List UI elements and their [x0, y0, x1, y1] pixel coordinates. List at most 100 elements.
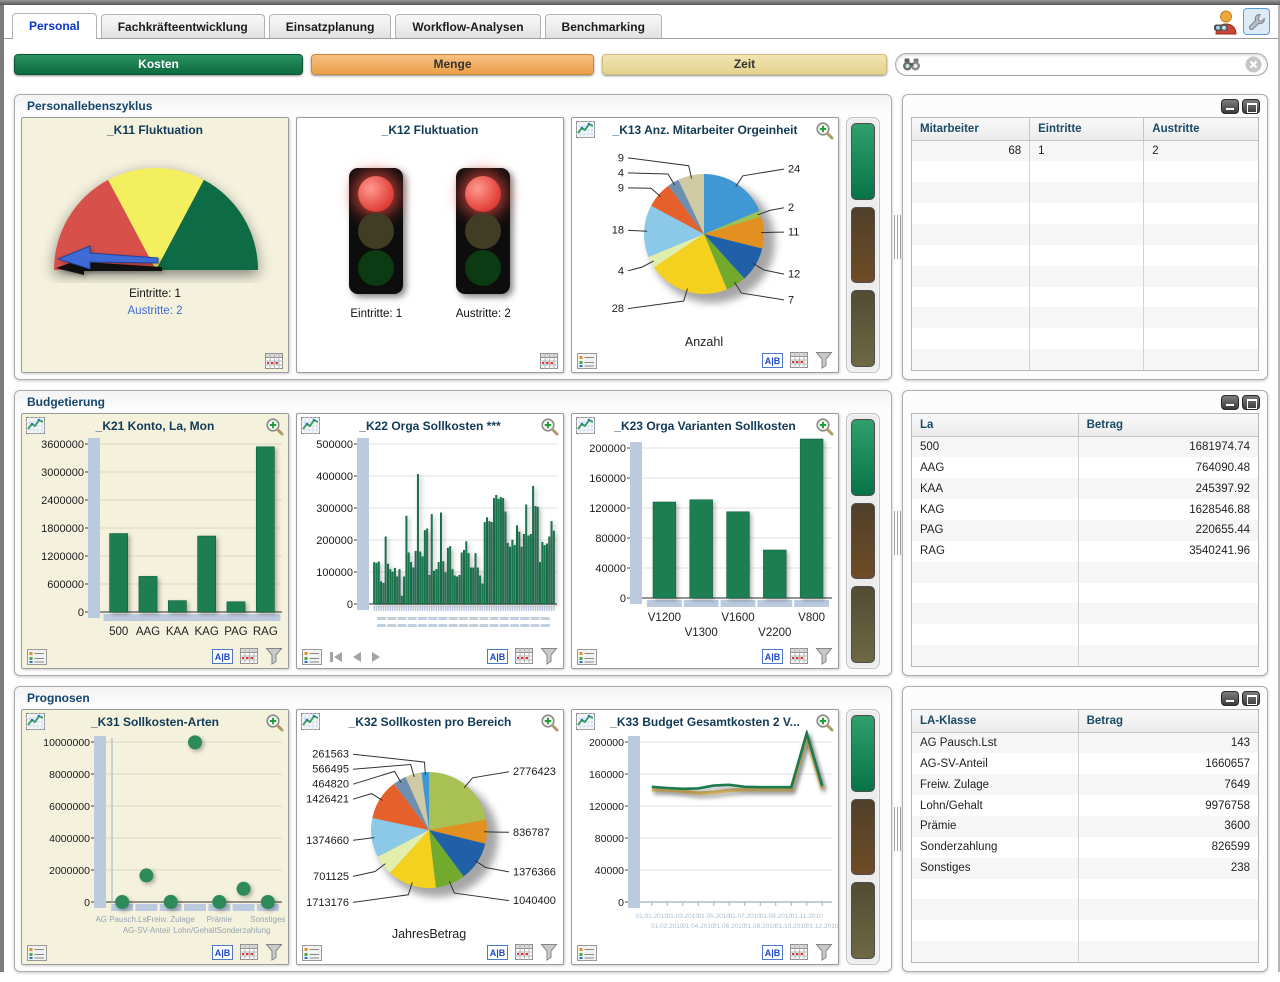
svg-text:4: 4 — [618, 265, 624, 277]
svg-text:836787: 836787 — [513, 827, 550, 839]
maximize-button[interactable] — [1242, 395, 1260, 410]
column-header[interactable]: La — [912, 414, 1078, 437]
chart-type-icon[interactable] — [301, 417, 320, 434]
chart-title: _K13 Anz. Mitarbeiter Orgeinheit — [572, 118, 838, 138]
chart-type-icon[interactable] — [576, 713, 595, 730]
table-row — [912, 645, 1258, 666]
maximize-button[interactable] — [1242, 691, 1260, 706]
filter-icon[interactable] — [815, 647, 833, 665]
svg-text:2400000: 2400000 — [41, 495, 84, 507]
svg-text:01.02.2010: 01.02.2010 — [651, 923, 684, 930]
legend-icon[interactable] — [27, 945, 47, 961]
svg-text:500: 500 — [109, 626, 128, 638]
chart-type-icon[interactable] — [576, 121, 595, 138]
column-header[interactable]: Mitarbeiter — [912, 118, 1030, 141]
show-table-icon[interactable] — [240, 944, 258, 960]
legend-icon[interactable] — [27, 649, 47, 665]
sort-alpha-icon[interactable]: A|B — [487, 649, 508, 664]
legend-icon[interactable] — [577, 353, 597, 369]
chart-type-icon[interactable] — [576, 417, 595, 434]
user-search-icon[interactable] — [1211, 9, 1238, 35]
column-header[interactable]: LA-Klasse — [912, 710, 1078, 733]
scale-olive-swatch[interactable] — [851, 586, 875, 663]
green-light-off — [358, 250, 394, 286]
maximize-button[interactable] — [1242, 99, 1260, 114]
svg-text:AAG: AAG — [136, 626, 160, 638]
tab-benchmarking[interactable]: Benchmarking — [545, 14, 662, 38]
sort-alpha-icon[interactable]: A|B — [487, 945, 508, 960]
svg-text:9: 9 — [618, 152, 624, 164]
filter-button-menge[interactable]: Menge — [311, 54, 594, 75]
scale-olive-swatch[interactable] — [851, 290, 875, 367]
filter-icon[interactable] — [265, 943, 283, 961]
show-table-icon[interactable] — [540, 353, 558, 369]
table-cell — [912, 224, 1030, 245]
sort-alpha-icon[interactable]: A|B — [212, 649, 233, 664]
tab-personal[interactable]: Personal — [12, 13, 97, 39]
svg-text:100000: 100000 — [316, 567, 353, 579]
tab-workflow-analysen[interactable]: Workflow-Analysen — [395, 14, 540, 38]
table-cell: 1 — [1030, 141, 1144, 162]
scale-brown-swatch[interactable] — [851, 207, 875, 284]
show-table-icon[interactable] — [240, 648, 258, 664]
panel-splitter[interactable] — [892, 94, 902, 380]
filter-icon[interactable] — [540, 943, 558, 961]
panel-splitter[interactable] — [892, 686, 902, 972]
sort-alpha-icon[interactable]: A|B — [762, 945, 783, 960]
scale-brown-swatch[interactable] — [851, 799, 875, 876]
show-table-icon[interactable] — [515, 944, 533, 960]
minimize-button[interactable] — [1221, 691, 1239, 706]
table-cell: Sonstiges — [912, 858, 1078, 879]
table-cell: Lohn/Gehalt — [912, 795, 1078, 816]
sort-alpha-icon[interactable]: A|B — [212, 945, 233, 960]
search-input[interactable] — [922, 56, 1245, 74]
filter-button-zeit[interactable]: Zeit — [602, 54, 887, 75]
scale-olive-swatch[interactable] — [851, 882, 875, 959]
legend-icon[interactable] — [302, 649, 322, 665]
legend-icon[interactable] — [577, 649, 597, 665]
show-table-icon[interactable] — [790, 352, 808, 368]
filter-button-kosten[interactable]: Kosten — [14, 54, 303, 75]
panel-splitter[interactable] — [892, 390, 902, 676]
tab-einsatzplanung[interactable]: Einsatzplanung — [269, 14, 392, 38]
legend-icon[interactable] — [577, 945, 597, 961]
page-prev-icon[interactable] — [351, 650, 363, 664]
filter-icon[interactable] — [815, 351, 833, 369]
minimize-button[interactable] — [1221, 395, 1239, 410]
chart-title: _K12 Fluktuation — [297, 118, 563, 138]
scale-green-swatch[interactable] — [851, 419, 875, 496]
show-table-icon[interactable] — [265, 353, 283, 369]
table-cell: Prämie — [912, 816, 1078, 837]
chart-type-icon[interactable] — [301, 713, 320, 730]
filter-icon[interactable] — [815, 943, 833, 961]
show-table-icon[interactable] — [515, 648, 533, 664]
svg-text:8000000: 8000000 — [49, 769, 90, 781]
settings-wrench-button[interactable] — [1243, 8, 1270, 35]
column-header[interactable]: Betrag — [1078, 414, 1258, 437]
table-row — [912, 603, 1258, 624]
column-header[interactable]: Eintritte — [1030, 118, 1144, 141]
table-cell — [912, 245, 1030, 266]
chart-type-icon[interactable] — [26, 713, 45, 730]
scale-green-swatch[interactable] — [851, 715, 875, 792]
filter-icon[interactable] — [540, 647, 558, 665]
page-first-icon[interactable] — [329, 650, 344, 664]
scale-green-swatch[interactable] — [851, 123, 875, 200]
chart-type-icon[interactable] — [26, 417, 45, 434]
scale-brown-swatch[interactable] — [851, 503, 875, 580]
clear-search-icon[interactable] — [1245, 56, 1262, 73]
legend-icon[interactable] — [302, 945, 322, 961]
traffic-light-label: Austritte: 2 — [456, 308, 511, 320]
show-table-icon[interactable] — [790, 944, 808, 960]
sort-alpha-icon[interactable]: A|B — [762, 353, 783, 368]
column-header[interactable]: Betrag — [1078, 710, 1258, 733]
table-cell — [912, 624, 1078, 645]
svg-text:RAG: RAG — [253, 626, 278, 638]
filter-icon[interactable] — [265, 647, 283, 665]
column-header[interactable]: Austritte — [1144, 118, 1258, 141]
show-table-icon[interactable] — [790, 648, 808, 664]
minimize-button[interactable] — [1221, 99, 1239, 114]
page-next-icon[interactable] — [370, 650, 382, 664]
tab-fachkraefteentwicklung[interactable]: Fachkräfteentwicklung — [101, 14, 265, 38]
sort-alpha-icon[interactable]: A|B — [762, 649, 783, 664]
